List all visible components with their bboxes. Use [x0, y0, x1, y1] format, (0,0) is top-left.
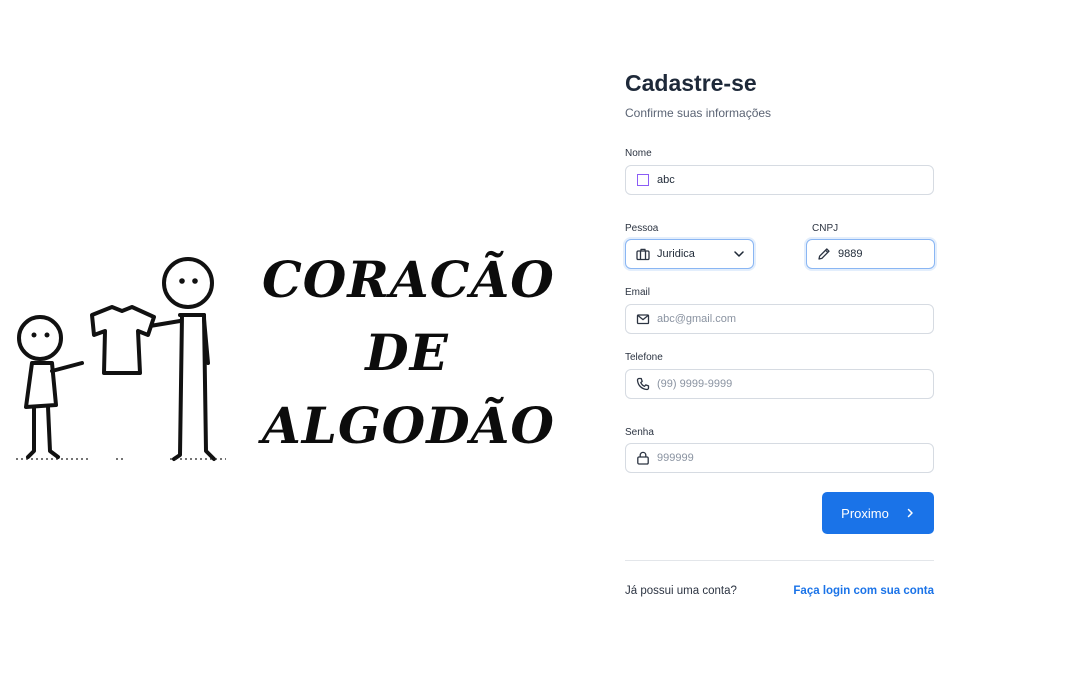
brand-logo-text: CORACÃO DE ALGODÃO — [262, 243, 555, 462]
lock-icon — [636, 451, 650, 465]
phone-icon — [636, 377, 650, 391]
senha-placeholder: 999999 — [657, 452, 694, 464]
email-input[interactable]: abc@gmail.com — [625, 304, 934, 334]
login-question: Já possui uma conta? — [625, 585, 737, 597]
adult-head — [162, 257, 214, 309]
pessoa-value: Juridica — [657, 248, 695, 260]
cnpj-label: CNPJ — [812, 223, 839, 234]
next-button-label: Proximo — [841, 505, 889, 521]
next-button[interactable]: Proximo — [822, 492, 934, 534]
senha-label: Senha — [625, 427, 654, 438]
cnpj-input[interactable]: 9889 — [806, 239, 935, 269]
chevron-right-icon — [905, 508, 915, 518]
email-placeholder: abc@gmail.com — [657, 313, 737, 325]
senha-input[interactable]: 999999 — [625, 443, 934, 473]
donation-illustration — [16, 257, 226, 461]
child-head — [17, 315, 63, 361]
nome-label: Nome — [625, 148, 652, 159]
nome-value: abc — [657, 174, 675, 186]
brand-line-3: ALGODÃO — [262, 396, 555, 455]
nome-input[interactable]: abc — [625, 165, 934, 195]
mail-icon — [636, 312, 650, 326]
pessoa-label: Pessoa — [625, 223, 659, 234]
login-link[interactable]: Faça login com sua conta — [793, 585, 934, 597]
cnpj-value: 9889 — [838, 248, 863, 260]
divider — [625, 560, 934, 561]
pencil-icon — [817, 247, 831, 261]
telefone-label: Telefone — [625, 352, 663, 363]
pessoa-select[interactable]: Juridica — [625, 239, 754, 269]
signup-page: CORACÃO DE ALGODÃO Cadastre-se Confirme … — [0, 0, 1092, 696]
page-subtitle: Confirme suas informações — [625, 106, 772, 120]
page-title: Cadastre-se — [625, 70, 757, 96]
briefcase-icon — [636, 247, 650, 261]
square-icon — [636, 173, 650, 187]
chevron-down-icon — [734, 251, 744, 257]
telefone-input[interactable]: (99) 9999-9999 — [625, 369, 934, 399]
brand-line-1: CORACÃO — [262, 250, 555, 309]
email-label: Email — [625, 287, 651, 298]
brand-line-2: DE — [365, 323, 449, 382]
telefone-placeholder: (99) 9999-9999 — [657, 378, 733, 390]
